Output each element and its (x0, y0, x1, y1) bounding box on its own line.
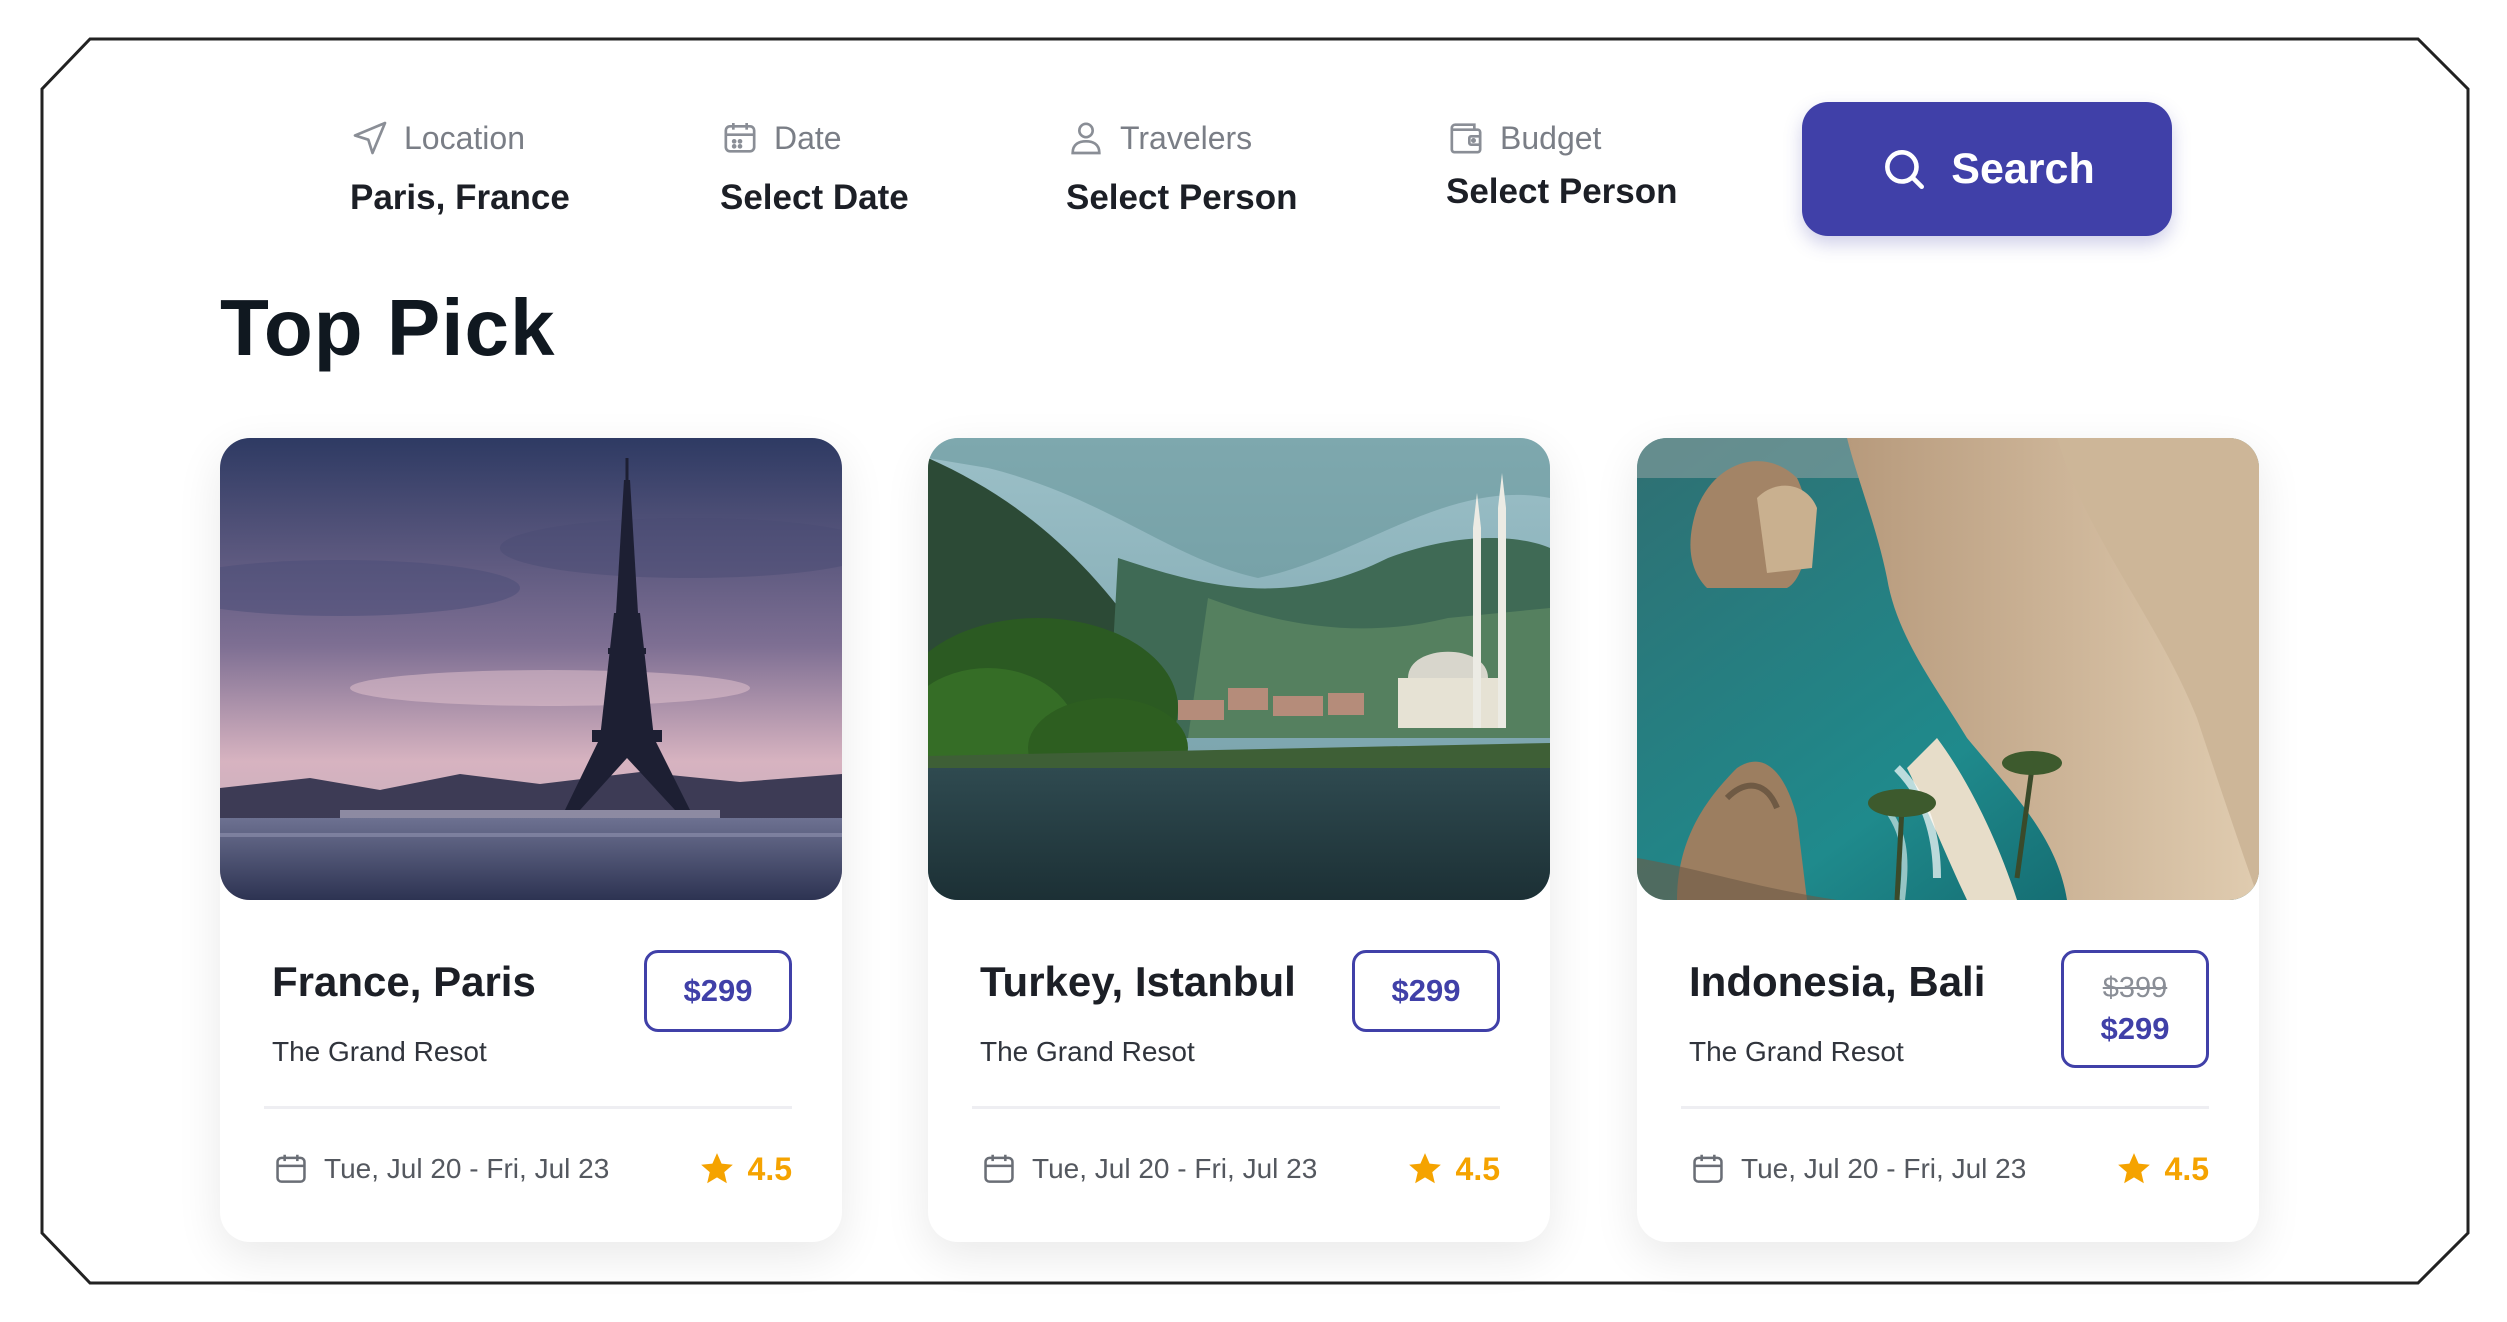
navigation-arrow-icon (353, 121, 387, 155)
card-subtitle: The Grand Resot (1689, 1036, 1904, 1067)
price-value: $299 (2100, 1010, 2170, 1046)
price-value: $299 (1391, 973, 1461, 1008)
date-range-text: Tue, Jul 20 - Fri, Jul 23 (1032, 1153, 1318, 1184)
calendar-icon (276, 1154, 306, 1183)
card-title: Turkey, Istanbul (980, 958, 1296, 1005)
budget-label: Budget (1500, 119, 1602, 156)
calendar-icon (984, 1154, 1014, 1183)
date-range-text: Tue, Jul 20 - Fri, Jul 23 (1741, 1153, 2027, 1184)
budget-field[interactable]: Budget Select Person (1446, 118, 1678, 212)
travelers-value: Select Person (1066, 178, 1298, 217)
card-title: France, Paris (272, 958, 536, 1005)
location-label: Location (404, 119, 525, 156)
destination-card-bali[interactable]: Indonesia, Bali The Grand Resot $399 $29… (1637, 438, 2259, 1242)
date-value: Select Date (720, 178, 909, 217)
date-range-text: Tue, Jul 20 - Fri, Jul 23 (324, 1153, 610, 1184)
travelers-field[interactable]: Travelers Select Person (1066, 118, 1298, 218)
rating-value: 4.5 (2164, 1150, 2209, 1187)
price-badge[interactable]: $299 (644, 950, 792, 1032)
card-subtitle: The Grand Resot (272, 1036, 487, 1067)
rating-value: 4.5 (747, 1150, 792, 1187)
card-divider (1681, 1106, 2209, 1109)
price-badge[interactable]: $299 (1352, 950, 1500, 1032)
date-label: Date (774, 119, 842, 156)
destination-card-istanbul[interactable]: Turkey, Istanbul The Grand Resot $299 Tu… (928, 438, 1550, 1242)
rating: 4.5 (2115, 1150, 2209, 1188)
star-icon (700, 1153, 733, 1184)
location-value: Paris, France (350, 178, 570, 217)
card-subtitle: The Grand Resot (980, 1036, 1195, 1067)
location-field[interactable]: Location Paris, France (350, 118, 570, 218)
card-title: Indonesia, Bali (1689, 958, 1986, 1005)
date-field[interactable]: Date Select Date (720, 118, 909, 218)
card-divider (264, 1106, 792, 1109)
rating: 4.5 (1406, 1150, 1500, 1188)
travelers-label: Travelers (1120, 119, 1253, 156)
calendar-icon (1693, 1154, 1723, 1183)
rating-value: 4.5 (1455, 1150, 1500, 1187)
destination-card-paris[interactable]: France, Paris The Grand Resot $299 Tue, … (220, 438, 842, 1242)
star-icon (1408, 1153, 1441, 1184)
wallet-icon (1450, 123, 1482, 154)
star-icon (2117, 1153, 2150, 1184)
search-icon (1885, 150, 1925, 189)
rating: 4.5 (698, 1150, 792, 1188)
card-divider (972, 1106, 1500, 1109)
istanbul-mosque-lake-image (928, 438, 1550, 900)
budget-value: Select Person (1446, 172, 1678, 211)
section-title: Top Pick (220, 283, 556, 372)
bali-beach-cliffs-image (1637, 438, 2259, 900)
user-icon (1071, 122, 1101, 155)
paris-eiffel-tower-image (220, 438, 842, 900)
search-button-label: Search (1951, 144, 2095, 193)
price-value: $299 (683, 973, 753, 1008)
calendar-icon (724, 123, 756, 153)
search-bar: Location Paris, France Date Select Date … (0, 0, 2507, 260)
search-button[interactable]: Search (1802, 102, 2172, 236)
price-badge[interactable]: $399 $299 (2061, 950, 2209, 1068)
original-price: $399 (2102, 971, 2168, 1004)
